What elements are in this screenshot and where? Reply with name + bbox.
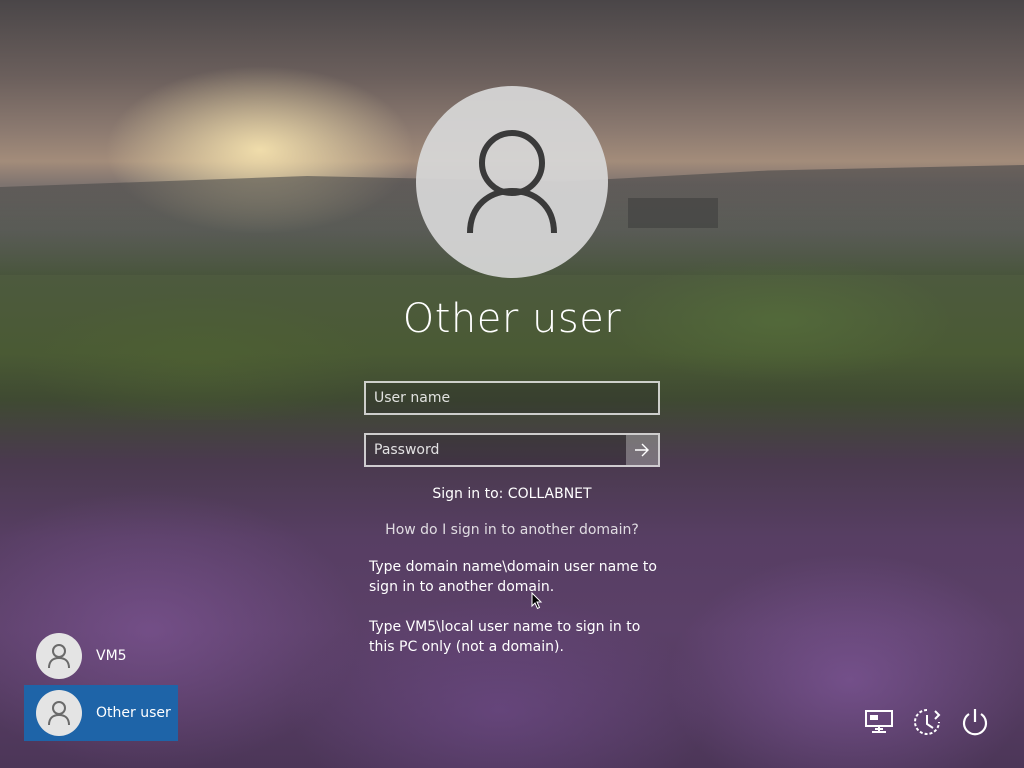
power-icon (962, 709, 988, 736)
background-house (628, 198, 718, 228)
password-field[interactable] (364, 433, 660, 467)
user-tile-name: VM5 (96, 648, 127, 664)
person-icon (48, 644, 70, 669)
ease-of-access-button[interactable] (910, 705, 944, 739)
person-icon (48, 701, 70, 726)
user-avatar-large (416, 86, 608, 278)
arrow-right-icon (635, 443, 649, 457)
local-help-text: Type VM5\local user name to sign in to t… (369, 619, 641, 655)
avatar (36, 633, 82, 679)
person-icon (467, 130, 557, 234)
user-tile-name: Other user (96, 705, 171, 721)
user-tile-other-user[interactable]: Other user (24, 685, 178, 741)
username-field[interactable] (364, 381, 660, 415)
network-button[interactable] (862, 705, 896, 739)
network-icon (865, 710, 893, 733)
user-tile-vm5[interactable]: VM5 (24, 628, 178, 684)
lock-screen: Other user Sign in to: COLLABNET How do … (0, 0, 1024, 768)
power-button[interactable] (958, 705, 992, 739)
submit-button[interactable] (626, 435, 658, 465)
avatar (36, 690, 82, 736)
sign-in-to-label: Sign in to: COLLABNET (432, 486, 592, 502)
username-input[interactable] (366, 383, 658, 413)
password-input[interactable] (366, 435, 628, 465)
mouse-cursor-icon (531, 592, 543, 610)
domain-help-link[interactable]: How do I sign in to another domain? (312, 522, 712, 538)
domain-help-text: Type domain name\domain user name to sig… (369, 559, 657, 595)
ease-of-access-icon (914, 709, 941, 735)
user-display-name: Other user (402, 296, 622, 342)
